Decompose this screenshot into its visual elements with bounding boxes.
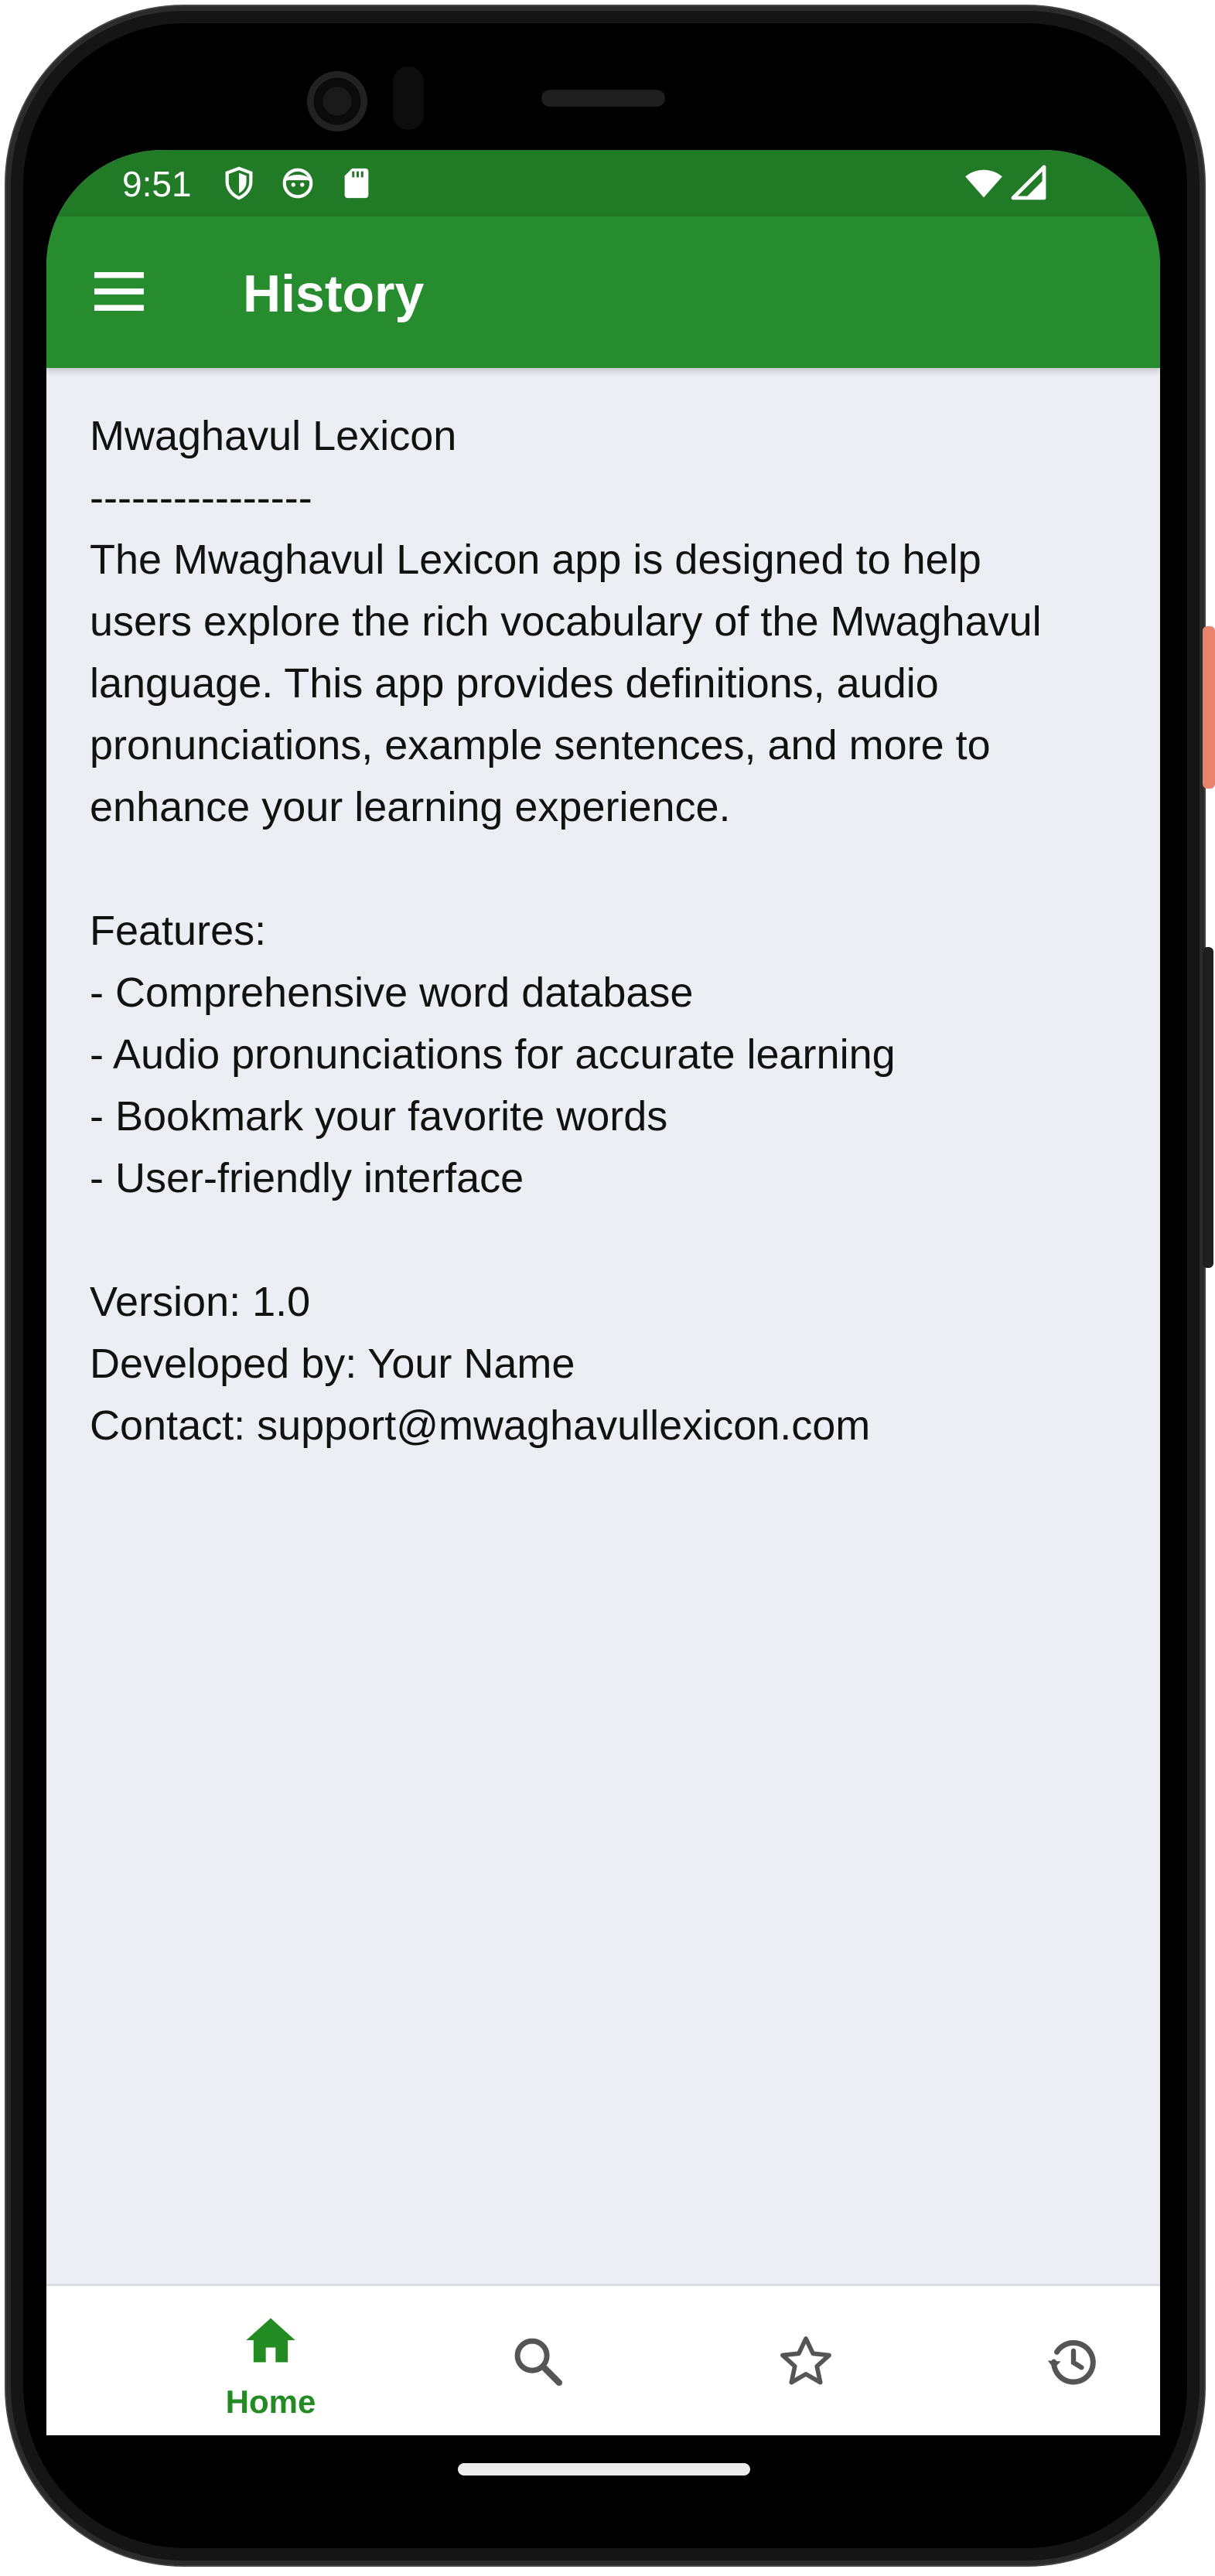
nav-item-history[interactable]	[996, 2286, 1151, 2435]
sd-card-icon	[344, 168, 369, 199]
screen: 9:51 History Mwaghavul Lexicon ---------…	[46, 150, 1160, 2435]
star-icon	[780, 2336, 831, 2385]
text-line-divider: ----------------	[90, 475, 312, 521]
status-time: 9:51	[122, 164, 192, 204]
nav-label-home: Home	[225, 2383, 316, 2420]
shield-icon	[225, 166, 253, 200]
text-line-description: pronunciations, example sentences, and m…	[90, 722, 991, 768]
text-line-description: language. This app provides definitions,…	[90, 660, 939, 707]
text-line-description: users explore the rich vocabulary of the…	[90, 598, 1042, 645]
text-line-contact: Contact: support@mwaghavullexicon.com	[90, 1402, 871, 1449]
menu-button[interactable]	[85, 255, 159, 329]
history-icon	[1047, 2339, 1096, 2385]
face-icon	[282, 168, 313, 199]
text-line-feature: - Comprehensive word database	[90, 969, 694, 1016]
proximity-sensor	[393, 66, 424, 130]
page-title: History	[243, 264, 425, 323]
nav-item-favorites[interactable]	[729, 2286, 883, 2435]
earpiece-speaker	[541, 90, 665, 107]
text-line-description: enhance your learning experience.	[90, 784, 731, 830]
home-icon	[246, 2318, 295, 2363]
text-line-blank	[90, 838, 1126, 900]
text-line-feature: - Audio pronunciations for accurate lear…	[90, 1031, 896, 1078]
wifi-icon	[965, 169, 1002, 198]
text-line-description: The Mwaghavul Lexicon app is designed to…	[90, 537, 981, 583]
front-camera	[307, 71, 367, 131]
text-line-version: Version: 1.0	[90, 1279, 311, 1325]
home-indicator	[458, 2463, 750, 2475]
app-bar: History	[46, 216, 1160, 368]
bottom-navigation: Home	[46, 2284, 1160, 2435]
nav-item-search[interactable]	[461, 2286, 616, 2435]
volume-button	[1203, 947, 1213, 1268]
about-text: Mwaghavul Lexicon ---------------- The M…	[90, 405, 1126, 1457]
text-line-feature: - User-friendly interface	[90, 1155, 524, 1201]
status-bar: 9:51	[46, 150, 1160, 216]
text-line-features-heading: Features:	[90, 908, 267, 954]
power-button	[1203, 626, 1215, 789]
search-icon	[514, 2338, 563, 2387]
text-line-app-name: Mwaghavul Lexicon	[90, 413, 457, 459]
cellular-signal-icon	[1011, 165, 1046, 200]
hamburger-menu-icon	[94, 272, 144, 311]
text-line-blank	[90, 1209, 1126, 1271]
text-line-developer: Developed by: Your Name	[90, 1341, 575, 1387]
text-line-feature: - Bookmark your favorite words	[90, 1093, 668, 1140]
nav-item-home[interactable]: Home	[193, 2286, 348, 2435]
